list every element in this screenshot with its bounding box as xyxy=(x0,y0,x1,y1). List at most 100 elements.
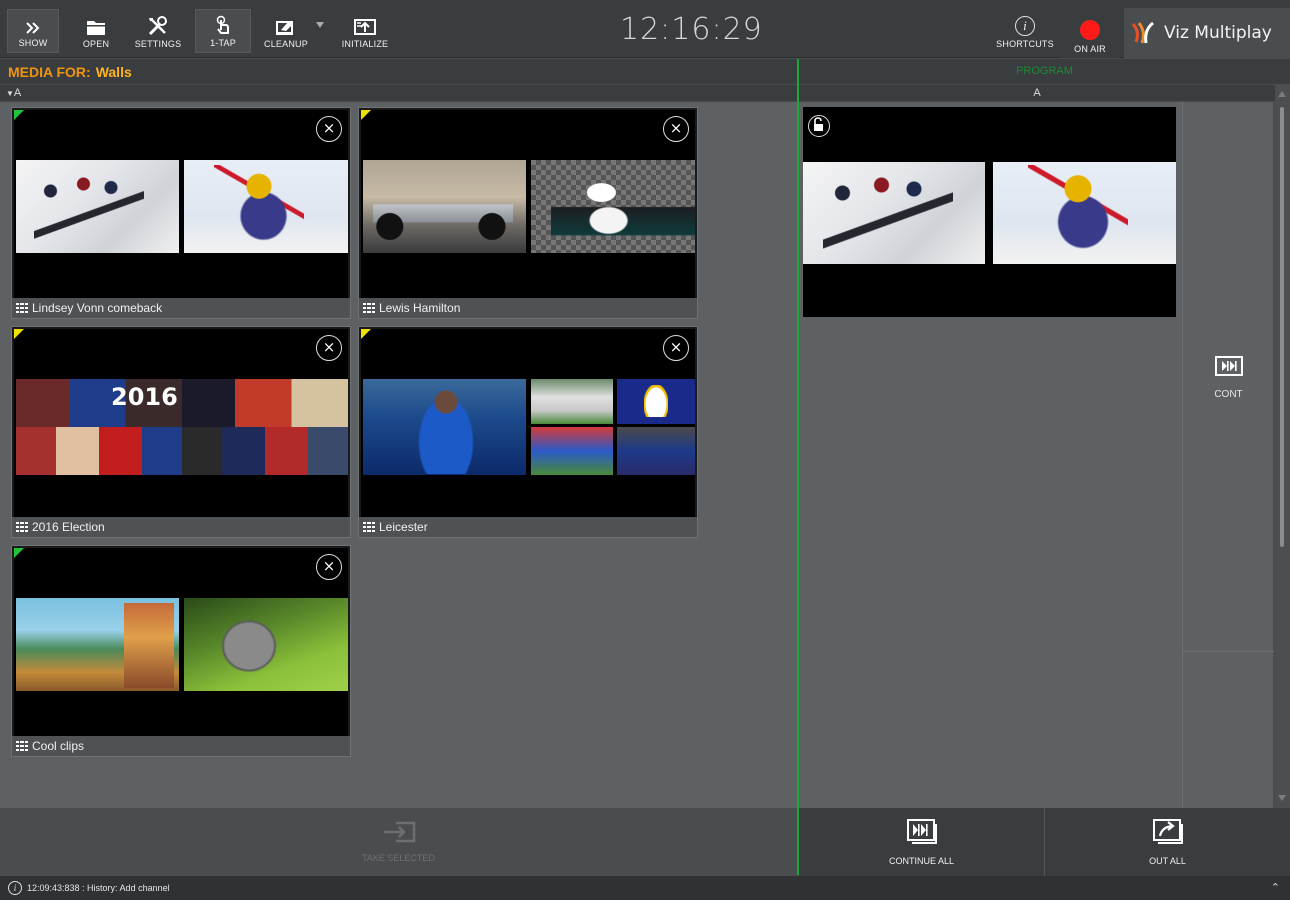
cleanup-dropdown-icon[interactable] xyxy=(316,22,324,28)
initialize-label: INITIALIZE xyxy=(341,39,389,49)
card-title: 2016 Election xyxy=(32,520,105,534)
cleanup-button[interactable]: CLEANUP xyxy=(258,9,314,53)
continue-icon xyxy=(1214,356,1243,376)
initialize-button[interactable]: INITIALIZE xyxy=(338,9,392,53)
media-header: MEDIA FOR: Walls xyxy=(0,59,797,84)
settings-button[interactable]: SETTINGS xyxy=(130,9,186,53)
celebration-thumbnail xyxy=(617,427,695,475)
collapse-triangle-icon: ▼ xyxy=(6,89,14,98)
card-preview: × xyxy=(14,548,348,736)
cont-label: CONT xyxy=(1214,389,1243,400)
cont-divider xyxy=(1183,651,1274,652)
cont-column: CONT xyxy=(1182,102,1274,808)
media-card[interactable]: × Leicester xyxy=(358,326,698,538)
app-name: Viz Multiplay xyxy=(1164,23,1272,43)
status-corner xyxy=(14,548,24,558)
on-air-indicator-icon xyxy=(1080,20,1100,40)
on-air-label: ON AIR xyxy=(1074,44,1106,54)
initialize-icon xyxy=(354,19,376,35)
touch-icon xyxy=(216,15,229,34)
card-footer: Lindsey Vonn comeback xyxy=(12,298,350,318)
section-header-a[interactable]: ▼A xyxy=(0,85,797,101)
info-icon[interactable]: i xyxy=(8,881,22,895)
status-corner xyxy=(361,329,371,339)
status-corner xyxy=(14,329,24,339)
program-skier-figures xyxy=(823,169,953,249)
shortcuts-label: SHORTCUTS xyxy=(996,39,1054,49)
program-area xyxy=(799,102,1182,808)
close-icon[interactable]: × xyxy=(316,554,342,580)
skier-figure xyxy=(214,165,304,250)
take-selected-label: TAKE SELECTED xyxy=(362,853,435,863)
media-card[interactable]: × Cool clips xyxy=(11,545,351,757)
cleanup-label: CLEANUP xyxy=(264,39,308,49)
open-button[interactable]: OPEN xyxy=(73,9,119,53)
take-selected-button[interactable]: TAKE SELECTED xyxy=(0,808,797,876)
cont-button[interactable]: CONT xyxy=(1183,355,1274,400)
team-photo-thumbnail xyxy=(531,379,613,424)
f1-car-shape xyxy=(373,195,513,240)
close-icon[interactable]: × xyxy=(663,116,689,142)
status-bar: i 12:09:43:838 : History: Add channel ⌃ xyxy=(0,876,1290,900)
viz-logo-icon xyxy=(1131,21,1154,44)
scroll-thumb[interactable] xyxy=(1280,107,1284,547)
take-icon xyxy=(383,821,415,843)
media-grid: × Lindsey Vonn comeback × Lewis Hamilton xyxy=(0,102,797,808)
wall-grid-icon xyxy=(363,522,375,532)
wall-grid-icon xyxy=(363,303,375,313)
election-collage-bottom xyxy=(16,427,348,475)
continue-all-icon xyxy=(906,819,937,844)
program-card[interactable] xyxy=(803,107,1176,317)
card-preview: 2016 × xyxy=(14,329,348,517)
out-all-label: OUT ALL xyxy=(1149,856,1186,866)
wall-grid-icon xyxy=(16,741,28,751)
continue-all-button[interactable]: CONTINUE ALL xyxy=(799,808,1044,876)
open-label: OPEN xyxy=(82,39,110,49)
driver-figure xyxy=(551,160,695,253)
on-air-button[interactable]: ON AIR xyxy=(1060,8,1120,58)
eraser-icon xyxy=(276,21,293,35)
card-title: Lindsey Vonn comeback xyxy=(32,301,163,315)
program-skier-figure xyxy=(1028,165,1128,260)
folder-icon xyxy=(87,21,105,35)
expand-up-icon[interactable]: ⌃ xyxy=(1271,881,1280,894)
card-title: Lewis Hamilton xyxy=(379,301,461,315)
card-footer: Lewis Hamilton xyxy=(359,298,697,318)
continue-all-label: CONTINUE ALL xyxy=(888,856,955,866)
card-preview: × xyxy=(361,110,695,298)
media-card[interactable]: × Lindsey Vonn comeback xyxy=(11,107,351,319)
out-all-button[interactable]: OUT ALL xyxy=(1045,808,1290,876)
program-header: PROGRAM xyxy=(799,59,1290,84)
scroll-down-icon[interactable] xyxy=(1278,795,1286,801)
show-button[interactable]: SHOW xyxy=(7,9,59,53)
card-footer: Leicester xyxy=(359,517,697,537)
app-window: SHOW OPEN SETTINGS 1-TAP CLEANUP INITIAL… xyxy=(0,0,1290,900)
unlock-icon[interactable] xyxy=(808,115,830,137)
one-tap-button[interactable]: 1-TAP xyxy=(195,9,251,53)
player-figure xyxy=(411,384,481,474)
brand: Viz Multiplay xyxy=(1124,8,1290,58)
election-2016-text: 2016 xyxy=(111,383,178,411)
card-preview: × xyxy=(14,110,348,298)
status-message: 12:09:43:838 : History: Add channel xyxy=(27,883,170,893)
program-actions: CONTINUE ALL OUT ALL xyxy=(799,808,1290,876)
card-footer: 2016 Election xyxy=(12,517,350,537)
status-corner xyxy=(14,110,24,120)
card-preview: × xyxy=(361,329,695,517)
crest-shape xyxy=(644,385,668,417)
close-icon[interactable]: × xyxy=(316,116,342,142)
media-card[interactable]: × Lewis Hamilton xyxy=(358,107,698,319)
building-shape xyxy=(124,603,174,688)
card-title: Leicester xyxy=(379,520,428,534)
section-label: A xyxy=(13,87,22,99)
scroll-up-icon[interactable] xyxy=(1278,91,1286,97)
close-icon[interactable]: × xyxy=(663,335,689,361)
skier-figures xyxy=(34,170,144,240)
media-card[interactable]: 2016 × 2016 Election xyxy=(11,326,351,538)
shortcuts-button[interactable]: i SHORTCUTS xyxy=(993,9,1057,53)
close-icon[interactable]: × xyxy=(316,335,342,361)
chevrons-right-icon xyxy=(26,22,40,34)
toolbar: SHOW OPEN SETTINGS 1-TAP CLEANUP INITIAL… xyxy=(0,0,1290,58)
card-footer: Cool clips xyxy=(12,736,350,756)
scrollbar[interactable] xyxy=(1275,85,1290,808)
